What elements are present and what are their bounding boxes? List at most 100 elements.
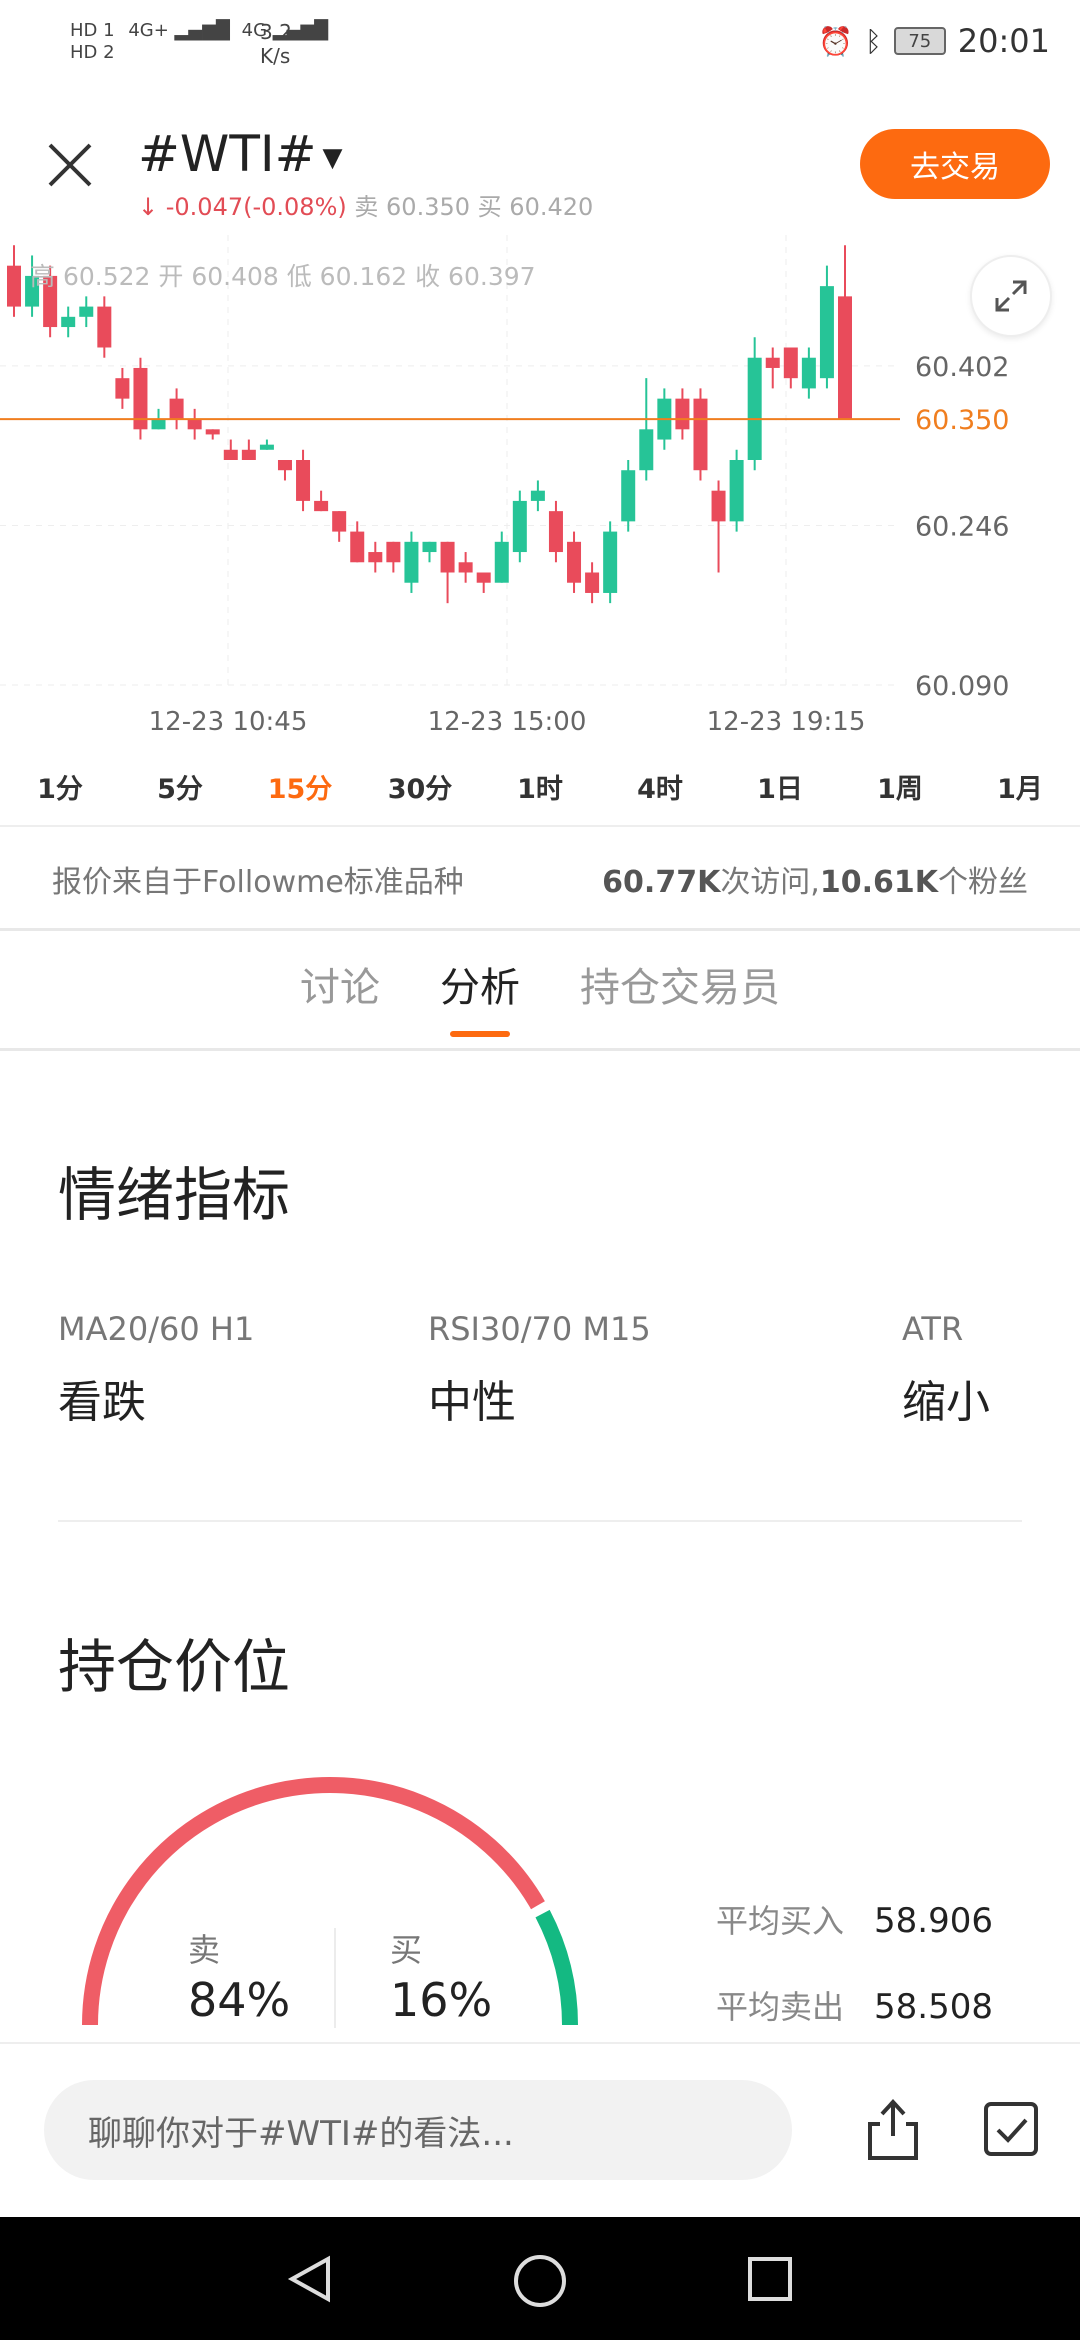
candle-body bbox=[223, 449, 238, 460]
interval-30m[interactable]: 30分 bbox=[360, 755, 480, 825]
candle-body bbox=[783, 347, 798, 379]
candle-body bbox=[639, 429, 654, 471]
indicator-rsi: RSI30/70 M15 中性 bbox=[428, 1310, 651, 1430]
candle-body bbox=[314, 500, 329, 512]
position-gauge bbox=[82, 1777, 578, 2026]
symbol-title: #WTI# bbox=[138, 125, 317, 183]
gauge-buy-label: 买 bbox=[390, 1931, 423, 1969]
interval-5m[interactable]: 5分 bbox=[120, 755, 240, 825]
avg-sell-label: 平均卖出 bbox=[716, 1988, 845, 2026]
x-tick-label: 12-23 10:45 bbox=[149, 707, 308, 737]
comment-input[interactable]: 聊聊你对于#WTI#的看法... bbox=[44, 2080, 792, 2180]
tab-discussion[interactable]: 讨论 bbox=[300, 955, 380, 1023]
candle-body bbox=[259, 444, 274, 450]
positions-title: 持仓价位 bbox=[58, 1633, 291, 1701]
gauge-buy-arc bbox=[535, 1909, 578, 2026]
avg-sell-value: 58.508 bbox=[874, 1987, 993, 2027]
gauge-divider bbox=[334, 1928, 336, 2028]
net1-label: 4G+ bbox=[128, 20, 169, 41]
interval-4h[interactable]: 4时 bbox=[600, 755, 720, 825]
quote-source: 报价来自于Followme标准品种 bbox=[52, 865, 464, 900]
interval-1h[interactable]: 1时 bbox=[480, 755, 600, 825]
home-icon[interactable] bbox=[512, 2253, 568, 2309]
share-button[interactable] bbox=[858, 2094, 928, 2164]
candle-body bbox=[458, 562, 473, 573]
hd2-badge: HD 2 bbox=[70, 42, 115, 63]
candle-body bbox=[440, 541, 455, 573]
interval-1m[interactable]: 1分 bbox=[0, 755, 120, 825]
avg-buy-label: 平均买入 bbox=[716, 1902, 845, 1940]
candle-body bbox=[133, 367, 148, 430]
interval-1w[interactable]: 1周 bbox=[840, 755, 960, 825]
candle-body bbox=[621, 470, 636, 522]
buy-price: 60.420 bbox=[509, 193, 594, 221]
system-nav-bar bbox=[0, 2217, 1080, 2340]
candle-body bbox=[61, 316, 76, 328]
battery-icon: 75 bbox=[893, 27, 946, 55]
tab-underline bbox=[450, 1031, 510, 1037]
share-icon bbox=[868, 2099, 918, 2160]
candle-body bbox=[277, 460, 292, 471]
candle-body bbox=[7, 265, 21, 307]
symbol-selector[interactable]: #WTI# ▼ bbox=[138, 125, 343, 183]
indicator-value: 缩小 bbox=[902, 1377, 990, 1428]
fullscreen-button[interactable] bbox=[970, 255, 1052, 337]
buy-label: 买 bbox=[477, 193, 502, 221]
sentiment-title: 情绪指标 bbox=[58, 1161, 291, 1229]
x-tick-label: 12-23 15:00 bbox=[428, 707, 587, 737]
down-arrow-icon: ↓ bbox=[138, 193, 159, 221]
avg-buy-row: 平均买入 58.906 bbox=[716, 1896, 993, 1942]
candle-body bbox=[603, 531, 618, 593]
divider bbox=[58, 1520, 1022, 1522]
sell-label: 卖 bbox=[354, 193, 379, 221]
candle-body bbox=[585, 572, 600, 593]
candle-body bbox=[187, 419, 202, 430]
candle-body bbox=[296, 460, 311, 501]
back-icon[interactable] bbox=[284, 2253, 336, 2305]
fans-count: 10.61K bbox=[819, 865, 938, 900]
candle-body bbox=[711, 490, 726, 522]
alarm-icon: ⏰ bbox=[818, 24, 853, 58]
recents-icon[interactable] bbox=[744, 2253, 796, 2305]
close-button[interactable] bbox=[40, 135, 100, 195]
tab-traders[interactable]: 持仓交易员 bbox=[580, 955, 780, 1023]
checkin-button[interactable] bbox=[978, 2096, 1044, 2162]
status-bar: HD 1 4G+ ▂▄▆█ 4G ▂▄▆█ HD 2 3.2 K/s ⏰ ᛒ 7… bbox=[0, 0, 1080, 95]
price-chart[interactable]: 12-23 10:45 12-23 15:00 12-23 19:15 60.402 6… bbox=[0, 235, 1080, 755]
trade-button[interactable]: 去交易 bbox=[860, 129, 1050, 199]
interval-15m[interactable]: 15分 bbox=[240, 755, 360, 825]
indicator-value: 看跌 bbox=[58, 1377, 146, 1428]
indicator-label: RSI30/70 M15 bbox=[428, 1310, 651, 1348]
candle-body bbox=[422, 541, 437, 553]
candle-body bbox=[79, 306, 94, 317]
visits-count: 60.77K bbox=[602, 865, 721, 900]
candle-body bbox=[512, 500, 527, 553]
hd1-badge: HD 1 bbox=[70, 20, 115, 41]
candle-body bbox=[494, 541, 509, 583]
visit-stats: 60.77K次访问,10.61K个粉丝 bbox=[602, 865, 1028, 900]
candle-body bbox=[476, 572, 491, 583]
network-speed: 3.2 K/s bbox=[260, 20, 292, 68]
y-tick-label: 60.090 bbox=[915, 671, 1009, 702]
gauge-sell-label: 卖 bbox=[188, 1931, 221, 1969]
candle-body bbox=[675, 398, 690, 430]
signal-icon: ▂▄▆█ bbox=[174, 20, 230, 41]
candle-body bbox=[765, 357, 780, 368]
interval-1d[interactable]: 1日 bbox=[720, 755, 840, 825]
tab-analysis[interactable]: 分析 bbox=[440, 955, 520, 1037]
clock: 20:01 bbox=[957, 22, 1050, 60]
interval-1mo[interactable]: 1月 bbox=[960, 755, 1080, 825]
header: #WTI# ▼ ↓ -0.047(-0.08%) 卖 60.350 买 60.42… bbox=[0, 95, 1080, 235]
x-tick-label: 12-23 19:15 bbox=[707, 707, 866, 737]
quote-line: ↓ -0.047(-0.08%) 卖 60.350 买 60.420 bbox=[138, 187, 593, 222]
candle-body bbox=[747, 357, 762, 460]
candle-body bbox=[368, 552, 383, 563]
candle-body bbox=[151, 419, 166, 430]
price-change: -0.047(-0.08%) bbox=[165, 193, 347, 221]
content-tabs: 讨论 分析 持仓交易员 bbox=[0, 930, 1080, 1048]
candle-body bbox=[801, 357, 816, 389]
indicator-atr: ATR 缩小 bbox=[902, 1310, 990, 1430]
expand-icon bbox=[995, 280, 1027, 312]
checkbox-icon bbox=[984, 2102, 1038, 2156]
indicator-value: 中性 bbox=[428, 1377, 516, 1428]
